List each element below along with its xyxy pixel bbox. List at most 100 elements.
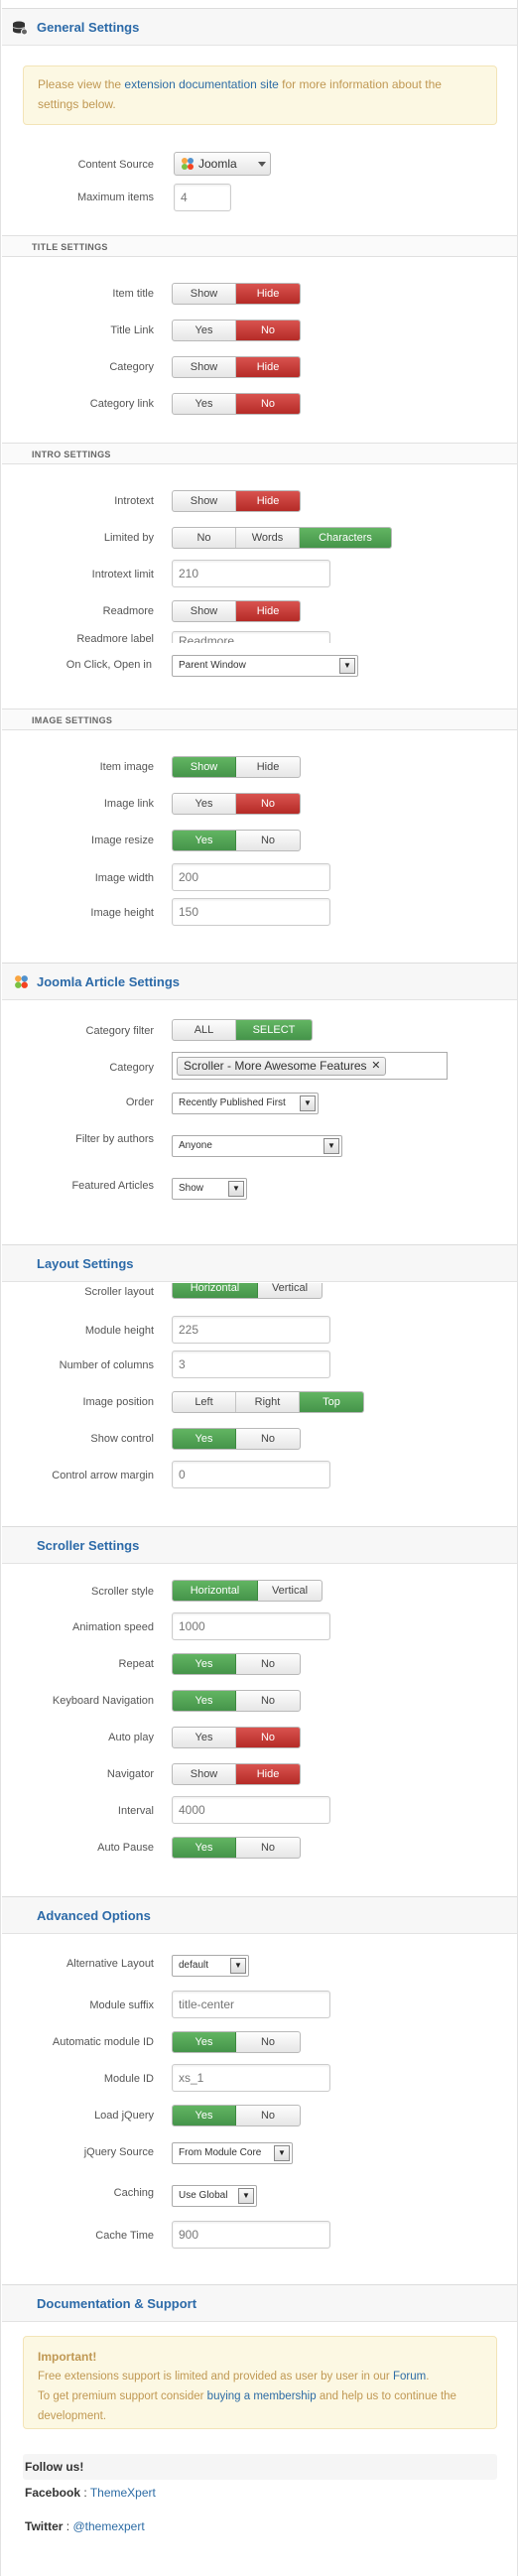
limited-by-toggle[interactable]: No Words Characters <box>172 527 392 549</box>
featured-dropdown[interactable]: Show ▼ <box>172 1178 247 1200</box>
navigator-toggle[interactable]: Show Hide <box>172 1763 301 1785</box>
columns-input[interactable]: 3 <box>172 1351 330 1378</box>
image-width-input[interactable]: 200 <box>172 863 330 891</box>
load-jquery-toggle[interactable]: Yes No <box>172 2105 301 2126</box>
select-arrow-icon[interactable]: ▼ <box>230 1958 246 1974</box>
item-title-show-button[interactable]: Show <box>173 284 236 304</box>
auto-id-yes-button[interactable]: Yes <box>173 2032 236 2052</box>
layout-settings-header[interactable]: Layout Settings <box>2 1244 517 1282</box>
auto-pause-toggle[interactable]: Yes No <box>172 1837 301 1859</box>
image-link-toggle[interactable]: Yes No <box>172 793 301 815</box>
facebook-link[interactable]: ThemeXpert <box>90 2486 156 2500</box>
autoplay-no-button[interactable]: No <box>236 1728 300 1747</box>
item-title-hide-button[interactable]: Hide <box>236 284 300 304</box>
position-left-button[interactable]: Left <box>173 1392 236 1412</box>
image-resize-toggle[interactable]: Yes No <box>172 830 301 851</box>
general-settings-header[interactable]: General Settings <box>2 8 517 46</box>
category-multiselect[interactable]: Scroller - More Awesome Features ✕ <box>172 1052 448 1080</box>
select-arrow-icon[interactable]: ▼ <box>238 2188 254 2204</box>
keyboard-yes-button[interactable]: Yes <box>173 1691 236 1711</box>
article-settings-header[interactable]: Joomla Article Settings <box>2 963 517 1000</box>
show-control-yes-button[interactable]: Yes <box>173 1429 236 1449</box>
readmore-hide-button[interactable]: Hide <box>236 601 300 621</box>
category-filter-toggle[interactable]: ALL SELECT <box>172 1019 313 1041</box>
select-arrow-icon[interactable]: ▼ <box>324 1138 339 1154</box>
scroller-settings-header[interactable]: Scroller Settings <box>2 1526 517 1564</box>
module-suffix-input[interactable] <box>172 1991 330 2018</box>
position-top-button[interactable]: Top <box>300 1392 363 1412</box>
scroller-style-toggle[interactable]: Horizontal Vertical <box>172 1580 323 1602</box>
title-link-no-button[interactable]: No <box>236 321 300 340</box>
layout-horizontal-button[interactable]: Horizontal <box>173 1283 258 1298</box>
arrow-margin-input[interactable]: 0 <box>172 1461 330 1488</box>
image-resize-no-button[interactable]: No <box>236 831 300 850</box>
show-control-no-button[interactable]: No <box>236 1429 300 1449</box>
category-link-toggle[interactable]: Yes No <box>172 393 301 415</box>
caching-dropdown[interactable]: Use Global ▼ <box>172 2185 257 2207</box>
interval-input[interactable]: 4000 <box>172 1796 330 1824</box>
show-control-toggle[interactable]: Yes No <box>172 1428 301 1450</box>
item-image-show-button[interactable]: Show <box>173 757 236 777</box>
image-link-yes-button[interactable]: Yes <box>173 794 236 814</box>
animation-speed-input[interactable]: 1000 <box>172 1612 330 1640</box>
category-link-yes-button[interactable]: Yes <box>173 394 236 414</box>
cache-time-input[interactable]: 900 <box>172 2221 330 2249</box>
readmore-label-input[interactable]: Readmore <box>172 631 330 643</box>
filter-authors-dropdown[interactable]: Anyone ▼ <box>172 1135 342 1157</box>
advanced-options-header[interactable]: Advanced Options <box>2 1896 517 1934</box>
title-link-toggle[interactable]: Yes No <box>172 320 301 341</box>
category-link-no-button[interactable]: No <box>236 394 300 414</box>
remove-tag-icon[interactable]: ✕ <box>371 1058 380 1075</box>
maximum-items-input[interactable]: 4 <box>174 184 231 211</box>
scroller-layout-toggle[interactable]: Horizontal Vertical <box>172 1283 323 1299</box>
keyboard-no-button[interactable]: No <box>236 1691 300 1711</box>
item-image-toggle[interactable]: Show Hide <box>172 756 301 778</box>
category-show-button[interactable]: Show <box>173 357 236 377</box>
repeat-toggle[interactable]: Yes No <box>172 1653 301 1675</box>
keyboard-navigation-toggle[interactable]: Yes No <box>172 1690 301 1712</box>
documentation-header[interactable]: Documentation & Support <box>2 2284 517 2322</box>
repeat-no-button[interactable]: No <box>236 1654 300 1674</box>
introtext-toggle[interactable]: Show Hide <box>172 490 301 512</box>
navigator-hide-button[interactable]: Hide <box>236 1764 300 1784</box>
autopause-no-button[interactable]: No <box>236 1838 300 1858</box>
membership-link[interactable]: buying a membership <box>207 2390 317 2402</box>
title-link-yes-button[interactable]: Yes <box>173 321 236 340</box>
image-height-input[interactable]: 150 <box>172 898 330 926</box>
limited-by-characters-button[interactable]: Characters <box>300 528 391 548</box>
on-click-dropdown[interactable]: Parent Window ▼ <box>172 655 358 677</box>
introtext-show-button[interactable]: Show <box>173 491 236 511</box>
item-image-hide-button[interactable]: Hide <box>236 757 300 777</box>
layout-vertical-button[interactable]: Vertical <box>258 1283 322 1298</box>
order-dropdown[interactable]: Recently Published First ▼ <box>172 1093 319 1114</box>
limited-by-no-button[interactable]: No <box>173 528 236 548</box>
limited-by-words-button[interactable]: Words <box>236 528 300 548</box>
item-title-toggle[interactable]: Show Hide <box>172 283 301 305</box>
introtext-limit-input[interactable]: 210 <box>172 560 330 587</box>
content-source-dropdown[interactable]: Joomla <box>174 152 271 176</box>
category-filter-all-button[interactable]: ALL <box>173 1020 236 1040</box>
module-id-input[interactable]: xs_1 <box>172 2064 330 2092</box>
autopause-yes-button[interactable]: Yes <box>173 1838 236 1858</box>
twitter-link[interactable]: @themexpert <box>72 2519 144 2533</box>
select-arrow-icon[interactable]: ▼ <box>300 1095 316 1111</box>
readmore-show-button[interactable]: Show <box>173 601 236 621</box>
load-jquery-yes-button[interactable]: Yes <box>173 2106 236 2125</box>
position-right-button[interactable]: Right <box>236 1392 300 1412</box>
auto-play-toggle[interactable]: Yes No <box>172 1727 301 1748</box>
image-resize-yes-button[interactable]: Yes <box>173 831 236 850</box>
select-arrow-icon[interactable]: ▼ <box>274 2145 290 2161</box>
category-filter-select-button[interactable]: SELECT <box>236 1020 312 1040</box>
autoplay-yes-button[interactable]: Yes <box>173 1728 236 1747</box>
category-toggle[interactable]: Show Hide <box>172 356 301 378</box>
jquery-source-dropdown[interactable]: From Module Core ▼ <box>172 2142 293 2164</box>
navigator-show-button[interactable]: Show <box>173 1764 236 1784</box>
select-arrow-icon[interactable]: ▼ <box>228 1181 244 1197</box>
auto-id-no-button[interactable]: No <box>236 2032 300 2052</box>
forum-link[interactable]: Forum <box>393 2371 426 2383</box>
repeat-yes-button[interactable]: Yes <box>173 1654 236 1674</box>
readmore-toggle[interactable]: Show Hide <box>172 600 301 622</box>
documentation-link[interactable]: extension documentation site <box>124 77 278 91</box>
style-vertical-button[interactable]: Vertical <box>258 1581 322 1601</box>
introtext-hide-button[interactable]: Hide <box>236 491 300 511</box>
